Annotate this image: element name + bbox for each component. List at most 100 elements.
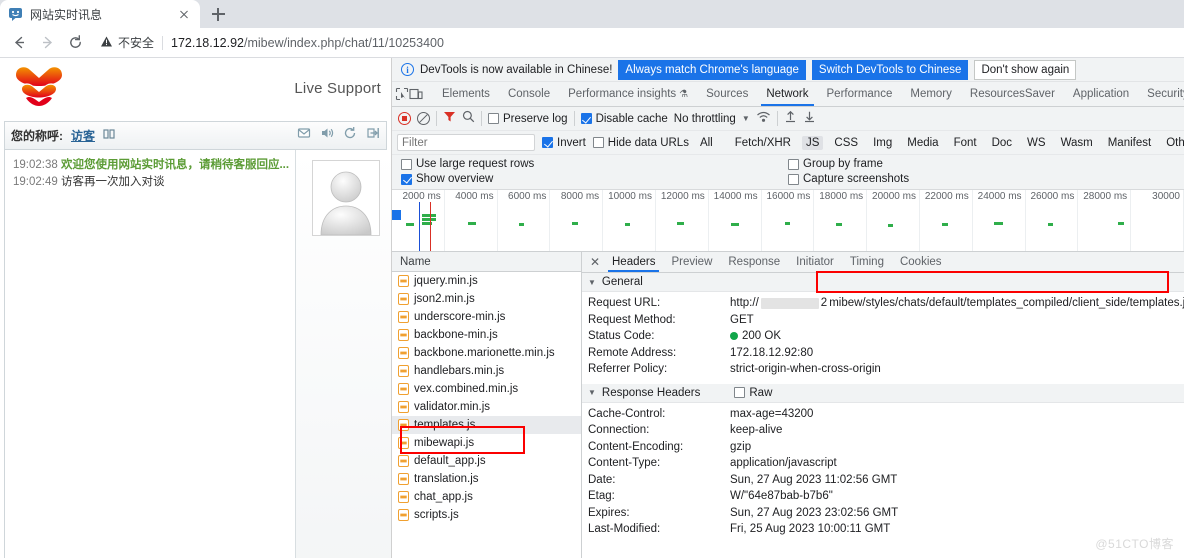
clear-network-icon[interactable] <box>417 112 430 125</box>
import-har-icon[interactable] <box>784 110 797 128</box>
tab-initiator[interactable]: Initiator <box>788 252 842 272</box>
invert-checkbox[interactable]: Invert <box>542 137 586 149</box>
new-tab-button[interactable] <box>204 0 232 28</box>
tab-application[interactable]: Application <box>1064 82 1138 106</box>
filter-type-fetch-xhr[interactable]: Fetch/XHR <box>731 136 795 150</box>
browser-tab[interactable]: 网站实时讯息 <box>0 0 200 28</box>
filter-type-doc[interactable]: Doc <box>988 136 1016 150</box>
request-detail-panel: ✕ Headers Preview Response Initiator Tim… <box>582 252 1184 558</box>
table-row[interactable]: jquery.min.js <box>392 272 581 290</box>
reload-button[interactable] <box>62 30 88 56</box>
inspect-element-icon[interactable] <box>395 82 409 106</box>
filter-type-manifest[interactable]: Manifest <box>1104 136 1155 150</box>
table-row[interactable]: backbone.marionette.min.js <box>392 344 581 362</box>
export-har-icon[interactable] <box>803 110 816 128</box>
tab-response[interactable]: Response <box>720 252 788 272</box>
tab-preview[interactable]: Preview <box>663 252 720 272</box>
use-large-rows-checkbox[interactable]: Use large request rows <box>401 158 788 170</box>
tab-console[interactable]: Console <box>499 82 559 106</box>
close-chat-icon[interactable] <box>366 126 380 145</box>
hide-data-urls-checkbox[interactable]: Hide data URLs <box>592 137 689 149</box>
tab-cookies[interactable]: Cookies <box>892 252 950 272</box>
filter-type-css[interactable]: CSS <box>830 136 862 150</box>
table-row[interactable]: vex.combined.min.js <box>392 380 581 398</box>
checkbox-box <box>734 387 746 398</box>
tab-memory[interactable]: Memory <box>901 82 961 106</box>
close-icon[interactable] <box>176 6 192 22</box>
checkbox-box <box>580 113 592 124</box>
group-by-frame-checkbox[interactable]: Group by frame <box>788 158 883 170</box>
tab-performance[interactable]: Performance <box>818 82 902 106</box>
overview-cell: 14000 ms <box>709 190 762 251</box>
send-mail-icon[interactable] <box>297 126 311 145</box>
visitor-name-group: 您的称呼: 访客 <box>11 127 115 144</box>
chevron-down-icon[interactable]: ▼ <box>742 114 750 123</box>
dont-show-again-button[interactable]: Don't show again <box>974 59 1077 80</box>
refresh-icon[interactable] <box>343 126 357 145</box>
tab-resourcessaver[interactable]: ResourcesSaver <box>961 82 1064 106</box>
tab-headers[interactable]: Headers <box>604 252 663 272</box>
visitor-name-value[interactable]: 访客 <box>71 127 95 144</box>
tab-label: ResourcesSaver <box>969 88 1055 100</box>
table-row[interactable]: validator.min.js <box>392 398 581 416</box>
preserve-log-checkbox[interactable]: Preserve log <box>488 113 568 125</box>
search-icon[interactable] <box>462 110 475 128</box>
js-file-icon <box>398 275 409 287</box>
tab-performance-insights[interactable]: Performance insights ⚗ <box>559 82 697 106</box>
tab-security[interactable]: Security <box>1138 82 1184 106</box>
filter-type-img[interactable]: Img <box>869 136 896 150</box>
table-row[interactable]: mibewapi.js <box>392 434 581 452</box>
table-row[interactable]: default_app.js <box>392 452 581 470</box>
always-match-language-button[interactable]: Always match Chrome's language <box>618 59 806 80</box>
filter-type-font[interactable]: Font <box>950 136 981 150</box>
network-overview-timeline[interactable]: 2000 ms 4000 ms 6000 ms 8000 ms 10000 ms… <box>392 190 1184 252</box>
js-file-icon <box>398 347 409 359</box>
tab-elements[interactable]: Elements <box>433 82 499 106</box>
tab-timing[interactable]: Timing <box>842 252 892 272</box>
record-stop-icon[interactable] <box>398 112 411 125</box>
filter-funnel-icon[interactable] <box>443 110 456 128</box>
network-conditions-icon[interactable] <box>756 110 771 128</box>
request-bar <box>392 210 401 220</box>
filter-type-media[interactable]: Media <box>903 136 942 150</box>
request-list-header[interactable]: Name <box>392 252 581 272</box>
device-toolbar-icon[interactable] <box>409 82 423 106</box>
table-row[interactable]: templates.js <box>392 416 581 434</box>
general-section-header[interactable]: ▼ General <box>582 273 1184 292</box>
tab-sources[interactable]: Sources <box>697 82 757 106</box>
filter-type-all[interactable]: All <box>696 136 717 150</box>
group-by-frame-label: Group by frame <box>803 158 883 170</box>
edit-pencil-icon[interactable] <box>103 128 115 143</box>
raw-label: Raw <box>749 386 773 399</box>
filter-input[interactable] <box>397 134 535 151</box>
sound-toggle-icon[interactable] <box>320 126 334 145</box>
status-text: 200 OK <box>742 330 781 343</box>
filter-type-js[interactable]: JS <box>801 135 824 150</box>
header-key: Expires: <box>588 506 630 519</box>
js-file-icon <box>398 401 409 413</box>
forward-button[interactable] <box>34 30 60 56</box>
close-icon[interactable]: ✕ <box>586 252 604 272</box>
filter-type-ws[interactable]: WS <box>1023 136 1050 150</box>
header-key: Remote Address: <box>588 346 677 359</box>
table-row[interactable]: underscore-min.js <box>392 308 581 326</box>
address-bar[interactable]: 不安全 172.18.12.92/mibew/index.php/chat/11… <box>94 32 1178 54</box>
table-row[interactable]: scripts.js <box>392 506 581 524</box>
table-row[interactable]: json2.min.js <box>392 290 581 308</box>
table-row[interactable]: chat_app.js <box>392 488 581 506</box>
switch-to-chinese-button[interactable]: Switch DevTools to Chinese <box>811 59 969 80</box>
capture-screenshots-checkbox[interactable]: Capture screenshots <box>788 173 909 185</box>
throttle-select[interactable]: No throttling <box>674 113 736 125</box>
table-row[interactable]: backbone-min.js <box>392 326 581 344</box>
response-headers-section-header[interactable]: ▼ Response Headers Raw <box>582 383 1184 403</box>
section-title: Response Headers <box>601 386 701 399</box>
filter-type-other[interactable]: Other <box>1162 136 1184 150</box>
table-row[interactable]: handlebars.min.js <box>392 362 581 380</box>
disable-cache-checkbox[interactable]: Disable cache <box>580 113 668 125</box>
show-overview-checkbox[interactable]: Show overview <box>401 173 788 185</box>
raw-toggle-checkbox[interactable]: Raw <box>734 387 772 399</box>
back-button[interactable] <box>6 30 32 56</box>
filter-type-wasm[interactable]: Wasm <box>1057 136 1097 150</box>
tab-network[interactable]: Network <box>757 82 817 106</box>
table-row[interactable]: translation.js <box>392 470 581 488</box>
